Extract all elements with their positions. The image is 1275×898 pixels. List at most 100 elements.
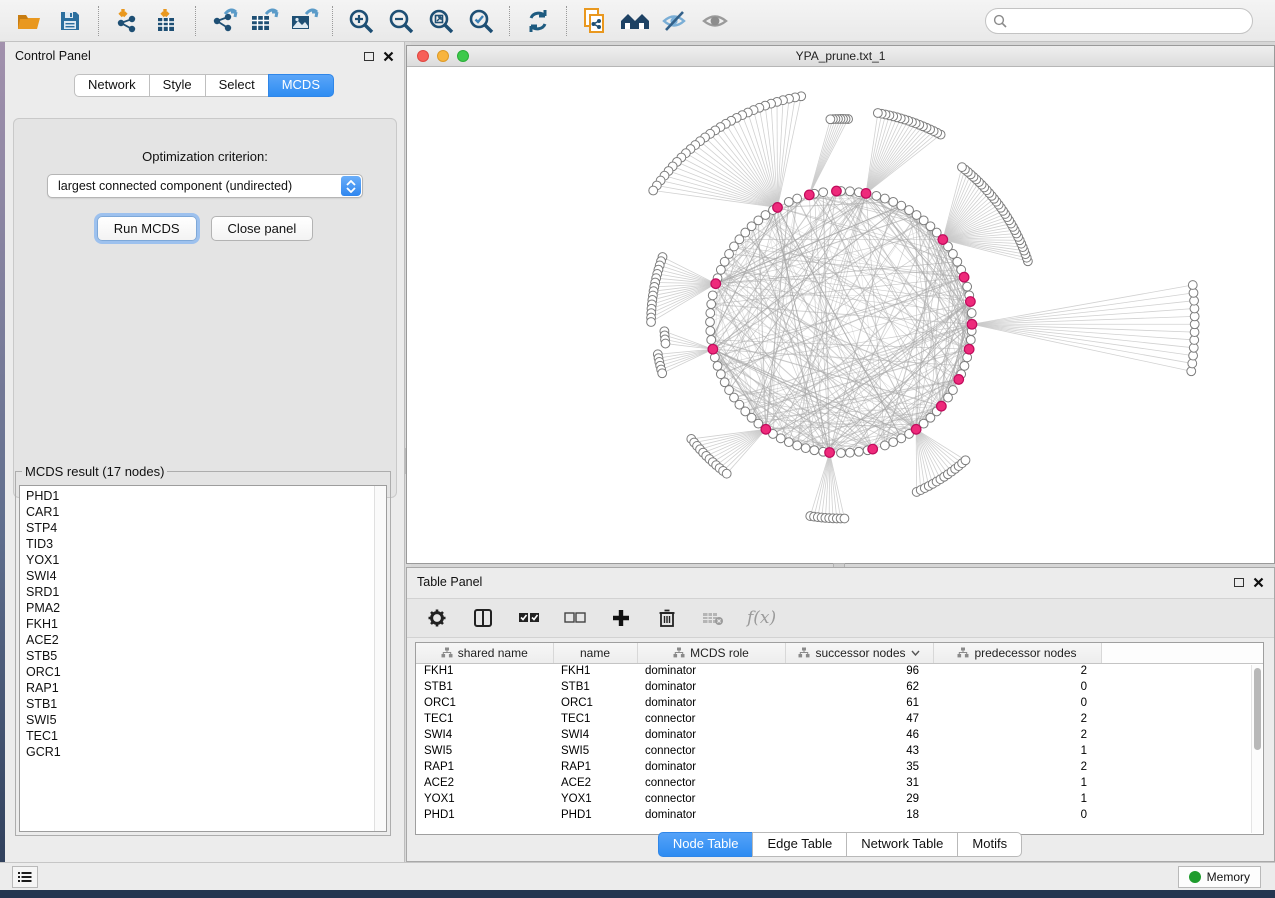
table-row[interactable]: TEC1TEC1connector472	[416, 711, 1263, 727]
tab-node-table[interactable]: Node Table	[658, 832, 754, 857]
mcds-result-item[interactable]: STB5	[26, 648, 386, 664]
export-image-button[interactable]	[284, 4, 324, 38]
optimization-criterion-select[interactable]: largest connected component (undirected)	[47, 174, 363, 198]
table-cell[interactable]: YOX1	[416, 791, 553, 807]
select-all-button[interactable]	[517, 606, 541, 630]
mcds-result-item[interactable]: SWI5	[26, 712, 386, 728]
add-column-button[interactable]	[609, 606, 633, 630]
table-cell[interactable]: 0	[933, 695, 1101, 711]
close-panel-icon[interactable]	[1253, 577, 1264, 588]
float-panel-icon[interactable]	[1234, 578, 1244, 587]
table-cell[interactable]: connector	[637, 711, 785, 727]
table-row[interactable]: YOX1YOX1connector291	[416, 791, 1263, 807]
zoom-out-button[interactable]	[381, 4, 421, 38]
table-cell[interactable]: FKH1	[416, 663, 553, 679]
table-cell[interactable]: 2	[933, 711, 1101, 727]
mcds-result-item[interactable]: TEC1	[26, 728, 386, 744]
mcds-result-item[interactable]: STB1	[26, 696, 386, 712]
zoom-in-button[interactable]	[341, 4, 381, 38]
import-network-button[interactable]	[107, 4, 147, 38]
float-panel-icon[interactable]	[364, 52, 374, 61]
table-cell[interactable]: 0	[933, 679, 1101, 695]
table-row[interactable]: FKH1FKH1dominator962	[416, 663, 1263, 679]
mcds-result-item[interactable]: ACE2	[26, 632, 386, 648]
table-row[interactable]: ACE2ACE2connector311	[416, 775, 1263, 791]
close-panel-icon[interactable]	[383, 51, 394, 62]
table-cell[interactable]: SWI4	[553, 727, 637, 743]
table-cell[interactable]: dominator	[637, 727, 785, 743]
refresh-layout-button[interactable]	[518, 4, 558, 38]
mcds-result-item[interactable]: GCR1	[26, 744, 386, 760]
table-cell[interactable]: 2	[933, 759, 1101, 775]
open-session-button[interactable]	[10, 4, 50, 38]
table-cell[interactable]: PHD1	[553, 807, 637, 823]
import-table-button[interactable]	[147, 4, 187, 38]
tab-style[interactable]: Style	[149, 74, 206, 97]
table-cell[interactable]: dominator	[637, 759, 785, 775]
show-all-button[interactable]	[695, 4, 735, 38]
tab-mcds[interactable]: MCDS	[268, 74, 334, 97]
zoom-fit-button[interactable]	[421, 4, 461, 38]
table-cell[interactable]: YOX1	[553, 791, 637, 807]
new-network-from-selection-button[interactable]	[575, 4, 615, 38]
network-graph-canvas[interactable]	[407, 67, 1274, 563]
table-cell[interactable]: PHD1	[416, 807, 553, 823]
table-cell[interactable]: 29	[785, 791, 933, 807]
table-row[interactable]: SWI5SWI5connector431	[416, 743, 1263, 759]
table-cell[interactable]: SWI4	[416, 727, 553, 743]
table-cell[interactable]: 1	[933, 743, 1101, 759]
table-cell[interactable]: dominator	[637, 663, 785, 679]
table-cell[interactable]: 62	[785, 679, 933, 695]
table-settings-button[interactable]	[425, 606, 449, 630]
hide-selected-button[interactable]	[655, 4, 695, 38]
table-cell[interactable]: FKH1	[553, 663, 637, 679]
table-cell[interactable]: 2	[933, 663, 1101, 679]
export-network-button[interactable]	[204, 4, 244, 38]
mcds-result-item[interactable]: CAR1	[26, 504, 386, 520]
mcds-result-item[interactable]: PHD1	[26, 488, 386, 504]
column-header-name[interactable]: name	[553, 643, 637, 663]
table-cell[interactable]: ORC1	[553, 695, 637, 711]
show-columns-button[interactable]	[471, 606, 495, 630]
result-list-scrollbar[interactable]	[374, 486, 386, 831]
table-cell[interactable]: ACE2	[416, 775, 553, 791]
table-cell[interactable]: 96	[785, 663, 933, 679]
table-cell[interactable]: 47	[785, 711, 933, 727]
table-cell[interactable]: ORC1	[416, 695, 553, 711]
table-cell[interactable]: TEC1	[416, 711, 553, 727]
search-input[interactable]	[985, 8, 1253, 34]
column-header-predecessor-nodes[interactable]: predecessor nodes	[933, 643, 1101, 663]
save-session-button[interactable]	[50, 4, 90, 38]
table-cell[interactable]: 46	[785, 727, 933, 743]
table-cell[interactable]: 31	[785, 775, 933, 791]
table-cell[interactable]: 1	[933, 775, 1101, 791]
table-cell[interactable]: STB1	[553, 679, 637, 695]
table-row[interactable]: PHD1PHD1dominator180	[416, 807, 1263, 823]
mcds-result-item[interactable]: YOX1	[26, 552, 386, 568]
table-cell[interactable]: connector	[637, 743, 785, 759]
table-row[interactable]: STB1STB1dominator620	[416, 679, 1263, 695]
table-cell[interactable]: ACE2	[553, 775, 637, 791]
table-cell[interactable]: dominator	[637, 695, 785, 711]
table-scrollbar[interactable]	[1251, 665, 1262, 833]
table-cell[interactable]: 61	[785, 695, 933, 711]
table-cell[interactable]: 2	[933, 727, 1101, 743]
mcds-result-item[interactable]: RAP1	[26, 680, 386, 696]
export-table-button[interactable]	[244, 4, 284, 38]
table-cell[interactable]: SWI5	[553, 743, 637, 759]
table-cell[interactable]: 43	[785, 743, 933, 759]
mcds-result-item[interactable]: SWI4	[26, 568, 386, 584]
mcds-result-item[interactable]: SRD1	[26, 584, 386, 600]
tab-network[interactable]: Network	[74, 74, 150, 97]
network-window-titlebar[interactable]: YPA_prune.txt_1	[407, 46, 1274, 67]
mcds-result-item[interactable]: TID3	[26, 536, 386, 552]
table-cell[interactable]: 0	[933, 807, 1101, 823]
delete-column-button[interactable]	[655, 606, 679, 630]
table-cell[interactable]: connector	[637, 791, 785, 807]
column-header-mcds-role[interactable]: MCDS role	[637, 643, 785, 663]
table-cell[interactable]: TEC1	[553, 711, 637, 727]
deselect-all-button[interactable]	[563, 606, 587, 630]
close-panel-button[interactable]: Close panel	[211, 216, 314, 241]
task-history-button[interactable]	[12, 866, 38, 888]
tab-select[interactable]: Select	[205, 74, 269, 97]
